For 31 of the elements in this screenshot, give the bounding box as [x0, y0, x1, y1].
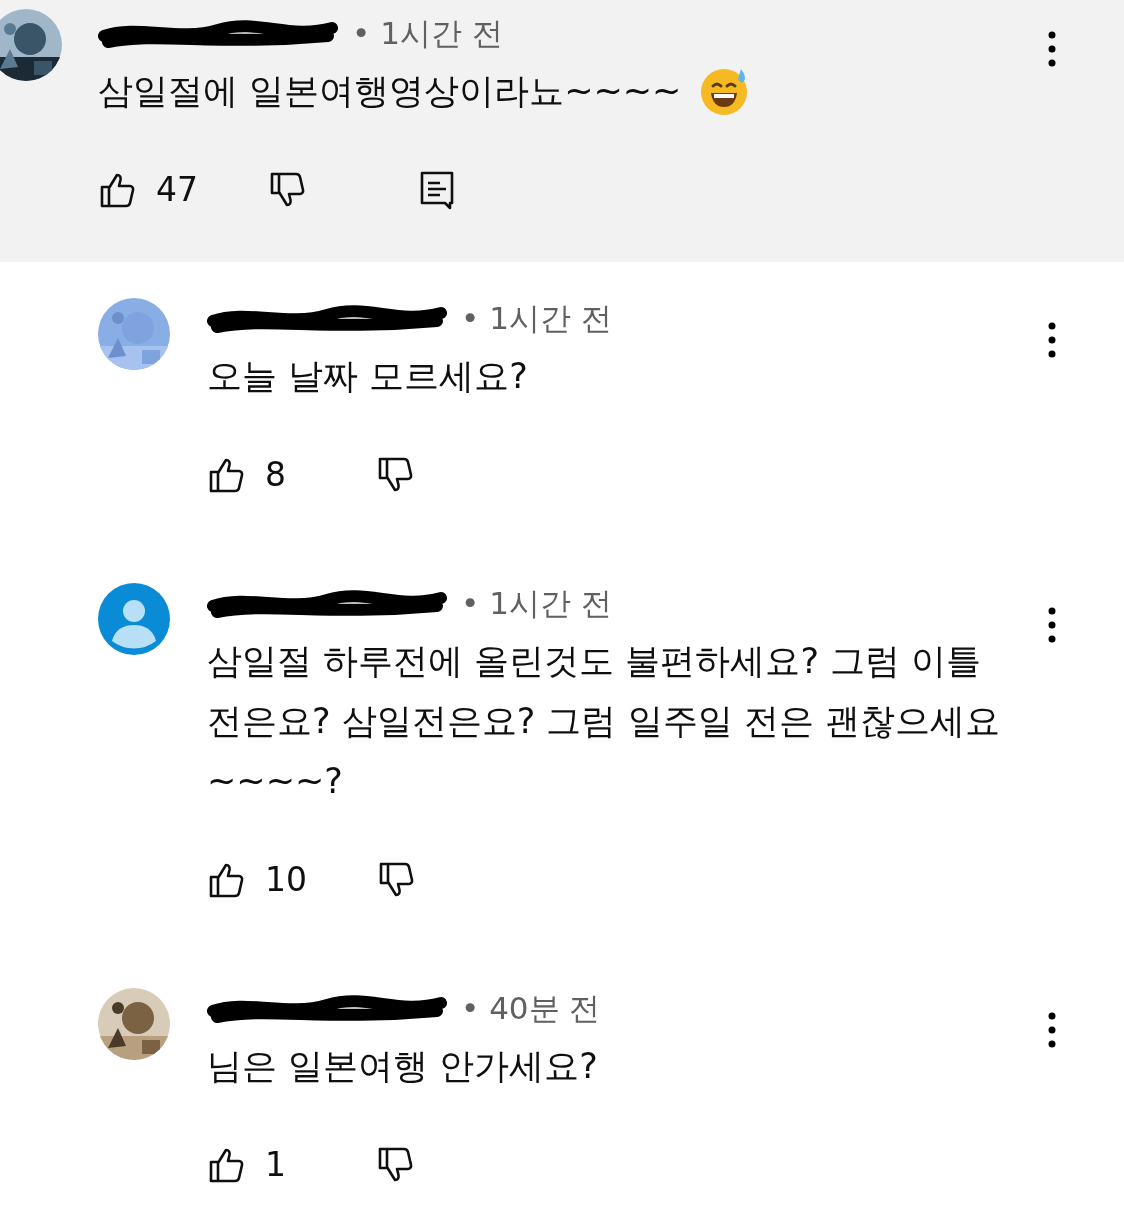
more-vertical-icon: [1048, 31, 1056, 67]
thumbs-up-icon: [207, 456, 245, 494]
comment-text: 삼일절에 일본여행영상이라뇨~~~~: [98, 70, 682, 113]
more-vertical-icon: [1048, 1012, 1056, 1048]
comment-icon: [420, 170, 454, 210]
thumbs-down-icon: [376, 456, 414, 494]
dislike-button[interactable]: [268, 171, 306, 209]
comment-text: 삼일절 하루전에 올린것도 불편하세요? 그럼 이틀 전은요? 삼일전은요? 그럼 일주일 전은 괜찮으세요 ~~~~?: [207, 640, 1001, 803]
dislike-button[interactable]: [377, 861, 415, 899]
comment-time: • 1시간 전: [352, 13, 503, 53]
comment-text: 오늘 날짜 모르세요?: [207, 355, 529, 398]
thumbs-down-icon: [268, 171, 306, 209]
like-button[interactable]: 1: [207, 1140, 286, 1190]
thumbs-up-icon: [98, 171, 136, 209]
default-avatar-icon: [98, 583, 170, 655]
comment-text: 님은 일본여행 안가세요?: [207, 1045, 599, 1088]
comment-time: • 1시간 전: [461, 298, 612, 338]
thumbs-up-icon: [207, 861, 245, 899]
reply-button[interactable]: [420, 170, 454, 210]
more-vertical-icon: [1048, 607, 1056, 643]
thumbs-down-icon: [377, 861, 415, 899]
dislike-button[interactable]: [376, 456, 414, 494]
dislike-button[interactable]: [376, 1146, 414, 1184]
like-button[interactable]: 47: [98, 165, 198, 215]
thumbs-up-icon: [207, 1146, 245, 1184]
like-button[interactable]: 8: [207, 450, 286, 500]
like-button[interactable]: 10: [207, 855, 307, 905]
comment-time: • 1시간 전: [461, 583, 612, 623]
thumbs-down-icon: [376, 1146, 414, 1184]
comment-time: • 40분 전: [461, 988, 601, 1028]
more-vertical-icon: [1048, 322, 1056, 358]
